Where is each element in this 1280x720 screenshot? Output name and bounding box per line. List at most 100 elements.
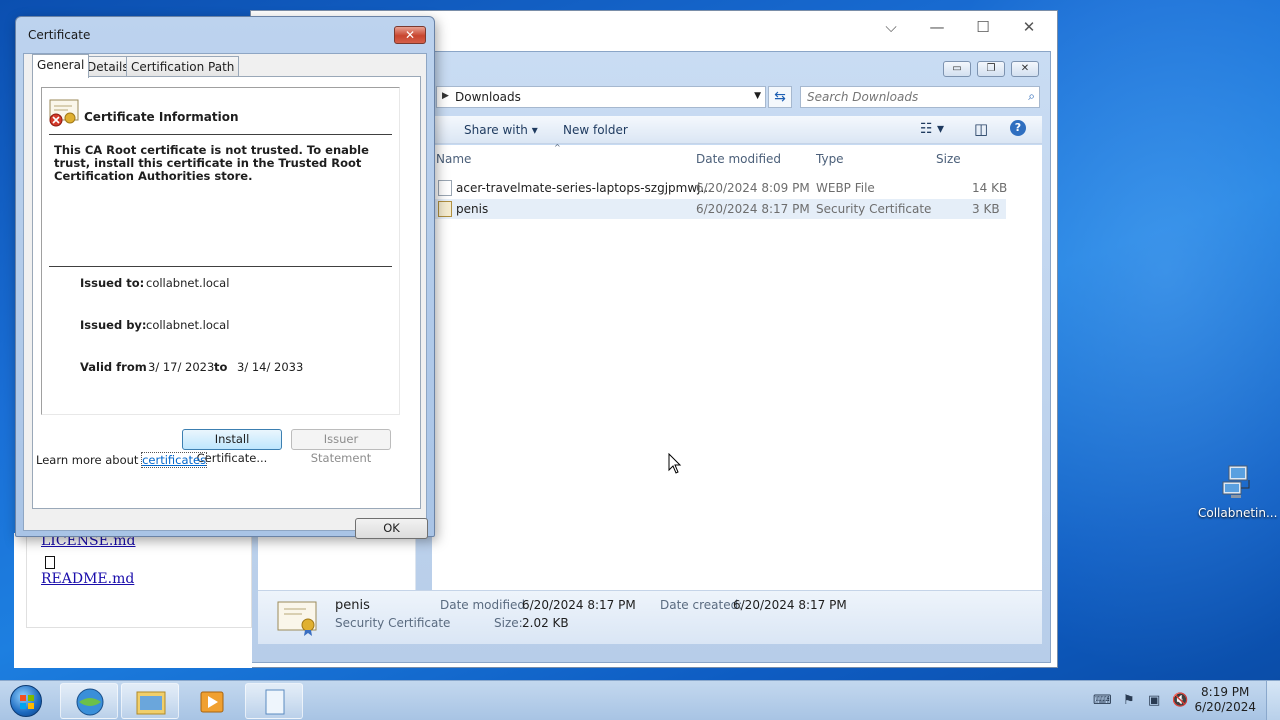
breadcrumb-arrow-icon: ▶ [442, 91, 449, 101]
trust-warning-text: This CA Root certificate is not trusted.… [54, 143, 369, 183]
clock-date: 6/20/2024 [1194, 700, 1256, 714]
column-header-size[interactable]: Size [936, 152, 961, 166]
address-text: Downloads [455, 90, 521, 104]
certificate-info-box: Certificate Information This CA Root cer… [41, 87, 400, 415]
file-type: WEBP File [816, 181, 875, 195]
help-icon[interactable]: ? [1010, 120, 1026, 136]
media-player-icon [200, 691, 224, 713]
divider [49, 134, 392, 135]
search-icon[interactable]: ⌕ [1028, 89, 1035, 104]
learn-more-text: Learn more about certificates [36, 452, 208, 468]
column-header-name[interactable]: Name [436, 152, 471, 166]
certificate-dialog: Certificate ✕ General Details Certificat… [15, 16, 435, 539]
desktop-icon-label: Collabnetin... [1198, 506, 1278, 520]
file-icon [438, 180, 452, 196]
action-center-flag-icon[interactable]: ⚑ [1123, 693, 1135, 708]
valid-to-value: 3/ 14/ 2033 [237, 360, 304, 374]
keyboard-icon[interactable]: ⌨ [1093, 693, 1112, 708]
desktop-icon-collabnet[interactable]: Collabnetin... [1198, 462, 1278, 520]
preview-pane-icon[interactable]: ◫ [974, 120, 988, 138]
taskbar-explorer-button[interactable] [121, 683, 179, 719]
dialog-title: Certificate [28, 28, 91, 42]
column-header-type[interactable]: Type [816, 152, 844, 166]
share-with-label: Share with [464, 123, 528, 137]
file-size: 3 KB [972, 202, 1000, 216]
taskbar-browser-button[interactable] [60, 683, 118, 719]
start-button[interactable] [3, 682, 49, 720]
view-options-icon[interactable]: ☷ ▾ [920, 121, 944, 137]
certificate-info-title: Certificate Information [84, 110, 239, 124]
issuer-statement-button: Issuer Statement [291, 429, 391, 465]
show-desktop-button[interactable] [1266, 681, 1280, 720]
valid-from-value: 3/ 17/ 2023 [148, 360, 215, 374]
file-date: 6/20/2024 8:17 PM [696, 202, 810, 216]
install-certificate-button[interactable]: Install Certificate... [182, 429, 282, 465]
minimize-button[interactable]: — [925, 17, 949, 37]
computer-network-icon [1217, 462, 1257, 502]
chevron-down-icon[interactable]: ⌵ [879, 17, 903, 37]
date-created-value: 6/20/2024 8:17 PM [733, 598, 847, 612]
details-file-name: penis [335, 598, 370, 613]
mouse-cursor-icon [668, 453, 682, 474]
file-row[interactable]: acer-travelmate-series-laptops-szgjpmwj.… [434, 178, 1008, 198]
address-bar[interactable]: ▶ Downloads ▼ [436, 86, 766, 108]
inner-minimize-button[interactable]: ▭ [943, 61, 971, 77]
date-modified-value: 6/20/2024 8:17 PM [522, 598, 636, 612]
link-readme[interactable]: README.md [41, 571, 134, 587]
document-icon [265, 689, 285, 715]
issued-by-label: Issued by: [80, 318, 147, 332]
certificate-file-icon [438, 201, 452, 217]
browser-globe-icon [76, 688, 104, 716]
details-file-type: Security Certificate [335, 616, 451, 630]
address-dropdown-icon[interactable]: ▼ [754, 91, 761, 101]
folder-icon [136, 691, 166, 715]
inner-close-button[interactable]: ✕ [1011, 61, 1039, 77]
close-button[interactable]: ✕ [1017, 17, 1041, 37]
document-icon [45, 556, 55, 569]
details-pane: penis Security Certificate Date modified… [258, 590, 1042, 644]
certificate-error-icon [48, 98, 80, 128]
browser-page: LICENSE.md README.md [14, 533, 252, 668]
issued-to-value: collabnet.local [146, 276, 230, 290]
sort-arrow-icon: ^ [554, 143, 561, 152]
issued-by-value: collabnet.local [146, 318, 230, 332]
file-list-card: LICENSE.md README.md [26, 533, 252, 628]
clock[interactable]: 8:19 PM 6/20/2024 [1194, 685, 1256, 715]
file-row[interactable]: penis 6/20/2024 8:17 PM Security Certifi… [434, 199, 1006, 219]
divider [49, 266, 392, 267]
refresh-button[interactable]: ⇆ [768, 86, 792, 108]
network-icon[interactable]: ▣ [1148, 693, 1160, 708]
inner-restore-button[interactable]: ❐ [977, 61, 1005, 77]
volume-muted-icon[interactable]: 🔇 [1172, 693, 1188, 708]
size-label: Size: [494, 616, 523, 630]
tab-certification-path[interactable]: Certification Path [126, 56, 240, 77]
windows-logo-icon [10, 685, 42, 717]
share-with-button[interactable]: Share with ▾ [464, 123, 538, 137]
general-tab-panel: Certificate Information This CA Root cer… [32, 76, 421, 509]
file-type: Security Certificate [816, 202, 932, 216]
new-folder-button[interactable]: New folder [563, 123, 628, 137]
valid-to-label: to [214, 360, 228, 374]
maximize-button[interactable]: ☐ [971, 17, 995, 37]
date-created-label: Date created: [660, 598, 743, 612]
valid-from-label: Valid from [80, 360, 147, 374]
column-header-date[interactable]: Date modified [696, 152, 781, 166]
command-bar: Share with ▾ New folder ☷ ▾ ◫ ? [432, 116, 1042, 144]
ok-button[interactable]: OK [355, 518, 428, 539]
dialog-close-button[interactable]: ✕ [394, 26, 426, 44]
file-size: 14 KB [972, 181, 1008, 195]
file-name: penis [456, 202, 489, 216]
search-box[interactable]: ⌕ [800, 86, 1040, 108]
taskbar-media-button[interactable] [182, 683, 240, 719]
tab-general[interactable]: General [32, 54, 90, 78]
search-input[interactable] [801, 87, 1011, 107]
certificates-link[interactable]: certificates [141, 452, 208, 468]
file-name: acer-travelmate-series-laptops-szgjpmwj.… [456, 181, 712, 195]
certificate-icon [276, 599, 320, 637]
file-date: 6/20/2024 8:09 PM [696, 181, 810, 195]
taskbar-document-button[interactable] [245, 683, 303, 719]
size-value: 2.02 KB [522, 616, 569, 630]
clock-time: 8:19 PM [1201, 685, 1250, 699]
date-modified-label: Date modified: [440, 598, 530, 612]
dialog-body: General Details Certification Path Certi… [23, 53, 428, 539]
